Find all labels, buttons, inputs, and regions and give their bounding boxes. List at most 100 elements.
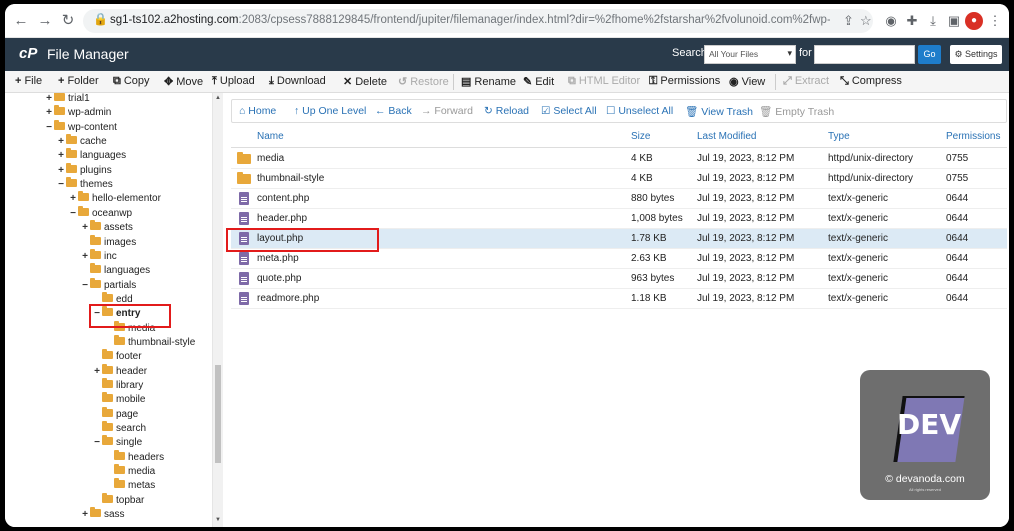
tree-item-sass[interactable]: + sass [81,507,125,522]
tree-item-languages[interactable]: languages [81,263,150,278]
expand-icon[interactable]: + [57,135,65,149]
tree-item-search[interactable]: search [93,421,146,436]
extract-button[interactable]: ⤢ Extract [783,75,829,88]
table-row[interactable]: content.php 880 bytes Jul 19, 2023, 8:12 P… [231,189,1007,209]
column-header-name[interactable]: Name [257,131,284,142]
table-row[interactable]: thumbnail-style 4 KB Jul 19, 2023, 8:12 PM… [231,169,1007,189]
column-header-size[interactable]: Size [631,131,650,142]
tree-item-library[interactable]: library [93,378,143,393]
tree-item-media[interactable]: media [105,464,155,479]
view-trash-button[interactable]: 🗑 View Trash [685,105,753,118]
tree-scrollbar[interactable]: ▲ ▼ [212,93,223,527]
tree-item-page[interactable]: page [93,406,138,422]
tree-item-languages[interactable]: + languages [57,148,126,163]
permissions-button[interactable]: ⚿ Permissions [649,75,720,88]
tree-item-headers[interactable]: headers [105,449,164,465]
tree-item-themes[interactable]: − themes [57,177,113,192]
tree-item-single[interactable]: − single [93,435,142,450]
expand-icon[interactable]: + [81,221,89,235]
tree-item-oceanwp[interactable]: − oceanwp [69,205,132,221]
copy-button[interactable]: ⧉ Copy [113,75,150,88]
scroll-down-icon[interactable]: ▼ [215,517,221,523]
tree-item-trial1[interactable]: + trial1 [45,93,90,106]
download-icon[interactable]: ⤓ [924,12,942,30]
expand-icon[interactable]: + [57,149,65,163]
collapse-icon[interactable]: − [69,207,77,221]
collapse-icon[interactable]: − [93,436,101,450]
expand-icon[interactable]: + [81,250,89,264]
html-editor-button[interactable]: ⧉ HTML Editor [568,75,640,88]
tree-item-topbar[interactable]: topbar [93,492,144,508]
new-folder-button[interactable]: + Folder [58,75,99,87]
for-label: for [799,47,812,59]
expand-icon[interactable]: + [45,106,53,120]
tree-item-footer[interactable]: footer [93,349,142,364]
home-button[interactable]: ⌂ Home [239,105,276,117]
address-bar[interactable]: 🔒 sg1-ts102.a2hosting.com:2083/cpsess788… [83,9,873,33]
reload-button[interactable]: ↻ Reload [484,105,529,117]
collapse-icon[interactable]: − [57,178,65,192]
sidepanel-icon[interactable]: ▣ [945,12,963,30]
scrollbar-thumb[interactable] [215,365,221,463]
file-icon [239,192,249,205]
column-header-last-modified[interactable]: Last Modified [697,131,756,142]
search-input[interactable] [814,45,915,64]
settings-button[interactable]: ⚙ Settings [950,45,1002,64]
table-row[interactable]: readmore.php 1.18 KB Jul 19, 2023, 8:12 PM… [231,289,1007,309]
back-button[interactable]: ← Back [375,105,412,117]
tree-item-inc[interactable]: + inc [81,248,117,264]
table-row[interactable]: header.php 1,008 bytes Jul 19, 2023, 8:12 … [231,209,1007,229]
unselect-all-button[interactable]: ☐ Unselect All [606,105,673,117]
tree-item-metas[interactable]: metas [105,478,155,493]
column-header-type[interactable]: Type [828,131,850,142]
share-icon[interactable]: ⇪ [843,13,854,29]
up-one-level-button[interactable]: ↑ Up One Level [294,105,366,117]
tree-item-wp-content[interactable]: − wp-content [45,119,117,135]
search-scope-select[interactable]: All Your Files ▾ [704,45,796,64]
browser-back-icon[interactable]: ← [11,11,31,31]
download-button[interactable]: ⤓ Download [269,75,326,88]
move-button[interactable]: ✥ Move [164,75,203,88]
profile-avatar[interactable]: ● [965,12,983,30]
tree-item-plugins[interactable]: + plugins [57,162,112,178]
tree-item-thumbnail-style[interactable]: thumbnail-style [105,334,195,350]
extensions-puzzle-icon[interactable]: ✚ [903,12,921,30]
tree-item-header[interactable]: + header [93,363,147,379]
tree-item-hello-elementor[interactable]: + hello-elementor [69,191,161,206]
tree-item-images[interactable]: images [81,234,136,250]
rename-button[interactable]: ▤ Rename [461,75,516,88]
expand-icon[interactable]: + [93,365,101,379]
bookmark-star-icon[interactable]: ☆ [860,13,872,29]
camera-extension-icon[interactable]: ◉ [882,12,900,30]
expand-icon[interactable]: + [69,192,77,206]
empty-trash-button[interactable]: 🗑 Empty Trash [759,105,834,118]
browser-reload-icon[interactable]: ↻ [58,11,78,31]
go-button[interactable]: Go [918,45,941,64]
tree-item-mobile[interactable]: mobile [93,392,145,407]
upload-button[interactable]: ⤒ Upload [212,75,255,88]
edit-button[interactable]: ✎ Edit [523,75,554,88]
view-button[interactable]: ◉ View [729,75,765,88]
browser-menu-icon[interactable]: ⋮ [986,12,1004,30]
column-header-permissions[interactable]: Permissions [946,131,1000,142]
tree-item-wp-admin[interactable]: + wp-admin [45,105,111,120]
scroll-up-icon[interactable]: ▲ [215,95,221,101]
forward-button[interactable]: → Forward [421,105,473,117]
table-row[interactable]: media 4 KB Jul 19, 2023, 8:12 PM httpd/unix… [231,149,1007,169]
tree-item-cache[interactable]: + cache [57,134,107,149]
expand-icon[interactable]: + [57,164,65,178]
table-row[interactable]: meta.php 2.63 KB Jul 19, 2023, 8:12 PM text… [231,249,1007,269]
tree-item-assets[interactable]: + assets [81,220,133,235]
tree-item-partials[interactable]: − partials [81,277,136,293]
restore-button[interactable]: ↺ Restore [398,75,449,88]
collapse-icon[interactable]: − [81,279,89,293]
new-file-button[interactable]: + File [15,75,42,87]
compress-button[interactable]: ⤡ Compress [840,75,902,88]
expand-icon[interactable]: + [81,508,89,522]
browser-forward-icon[interactable]: → [35,11,55,31]
expand-icon[interactable]: + [45,93,53,106]
collapse-icon[interactable]: − [45,121,53,135]
table-row[interactable]: quote.php 963 bytes Jul 19, 2023, 8:12 PM t… [231,269,1007,289]
select-all-button[interactable]: ☑ Select All [541,105,597,117]
delete-button[interactable]: ✕ Delete [343,75,387,88]
